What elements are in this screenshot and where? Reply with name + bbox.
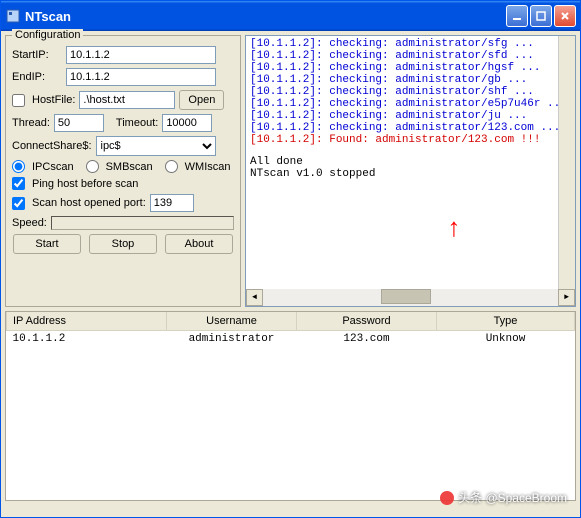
endip-label: EndIP: (12, 71, 62, 83)
config-legend: Configuration (12, 29, 83, 41)
log-line: [10.1.1.2]: checking: administrator/hgsf… (250, 62, 571, 74)
close-button[interactable] (554, 5, 576, 27)
hostfile-label: HostFile: (32, 94, 75, 106)
titlebar: NTscan (1, 1, 580, 31)
ipcscan-label: IPCscan (32, 161, 74, 173)
ipcscan-radio[interactable] (12, 160, 25, 173)
hostfile-input[interactable] (79, 91, 175, 109)
startip-label: StartIP: (12, 49, 62, 61)
maximize-button[interactable] (530, 5, 552, 27)
openport-label: Scan host opened port: (32, 197, 146, 209)
about-button[interactable]: About (165, 234, 233, 254)
vertical-scrollbar[interactable] (558, 36, 575, 289)
log-line: [10.1.1.2]: checking: administrator/gb .… (250, 74, 571, 86)
thread-input[interactable] (54, 114, 104, 132)
table-header-row: IP Address Username Password Type (7, 312, 575, 330)
openport-checkbox[interactable] (12, 197, 25, 210)
wmiscan-radio[interactable] (165, 160, 178, 173)
speed-label: Speed: (12, 217, 47, 229)
log-panel: [10.1.1.2]: checking: administrator/sfg … (245, 35, 576, 307)
wmiscan-label: WMIscan (185, 161, 231, 173)
table-row[interactable]: 10.1.1.2 administrator 123.com Unknow (7, 330, 575, 347)
open-button[interactable]: Open (179, 90, 224, 110)
log-line: [10.1.1.2]: checking: administrator/sfd … (250, 50, 571, 62)
main-content: Configuration StartIP: EndIP: HostFile: … (1, 31, 580, 311)
cell-ip: 10.1.1.2 (7, 330, 167, 347)
speed-bar (51, 216, 234, 230)
log-stopped: NTscan v1.0 stopped (250, 168, 571, 180)
watermark: 头条 @SpaceBroom (440, 489, 567, 506)
minimize-button[interactable] (506, 5, 528, 27)
app-icon (5, 8, 21, 24)
app-window: NTscan Configuration StartIP: EndIP: Hos… (0, 0, 581, 518)
openport-input[interactable] (150, 194, 194, 212)
window-title: NTscan (25, 9, 506, 24)
col-type[interactable]: Type (437, 312, 575, 330)
configuration-panel: Configuration StartIP: EndIP: HostFile: … (5, 35, 241, 307)
startip-input[interactable] (66, 46, 216, 64)
conshare-label: ConnectShare$: (12, 140, 92, 152)
log-line: [10.1.1.2]: checking: administrator/e5p7… (250, 98, 571, 110)
conshare-select[interactable]: ipc$ (96, 136, 216, 156)
log-line: [10.1.1.2]: checking: administrator/sfg … (250, 38, 571, 50)
results-table: IP Address Username Password Type 10.1.1… (6, 312, 575, 347)
log-line: [10.1.1.2]: checking: administrator/123.… (250, 122, 571, 134)
col-username[interactable]: Username (167, 312, 297, 330)
scroll-thumb[interactable] (381, 289, 431, 304)
ping-checkbox[interactable] (12, 177, 25, 190)
scroll-right-icon[interactable]: ► (558, 289, 575, 306)
thread-label: Thread: (12, 117, 50, 129)
smbscan-radio[interactable] (86, 160, 99, 173)
log-line: [10.1.1.2]: checking: administrator/ju .… (250, 110, 571, 122)
hostfile-checkbox[interactable] (12, 94, 25, 107)
timeout-label: Timeout: (116, 117, 158, 129)
col-ip[interactable]: IP Address (7, 312, 167, 330)
smbscan-label: SMBscan (106, 161, 153, 173)
start-button[interactable]: Start (13, 234, 81, 254)
watermark-icon (440, 491, 454, 505)
log-line: [10.1.1.2]: checking: administrator/shf … (250, 86, 571, 98)
cell-password: 123.com (297, 330, 437, 347)
col-password[interactable]: Password (297, 312, 437, 330)
stop-button[interactable]: Stop (89, 234, 157, 254)
timeout-input[interactable] (162, 114, 212, 132)
arrow-annotation-icon: ↑ (446, 214, 462, 244)
log-found: [10.1.1.2]: Found: administrator/123.com… (250, 134, 571, 146)
cell-username: administrator (167, 330, 297, 347)
results-table-wrap: IP Address Username Password Type 10.1.1… (5, 311, 576, 501)
cell-type: Unknow (437, 330, 575, 347)
watermark-text: 头条 @SpaceBroom (458, 489, 567, 506)
ping-label: Ping host before scan (32, 178, 138, 190)
window-buttons (506, 5, 576, 27)
endip-input[interactable] (66, 68, 216, 86)
scroll-left-icon[interactable]: ◄ (246, 289, 263, 306)
scroll-track[interactable] (263, 289, 558, 306)
log-done: All done (250, 156, 571, 168)
horizontal-scrollbar[interactable]: ◄ ► (246, 289, 575, 306)
